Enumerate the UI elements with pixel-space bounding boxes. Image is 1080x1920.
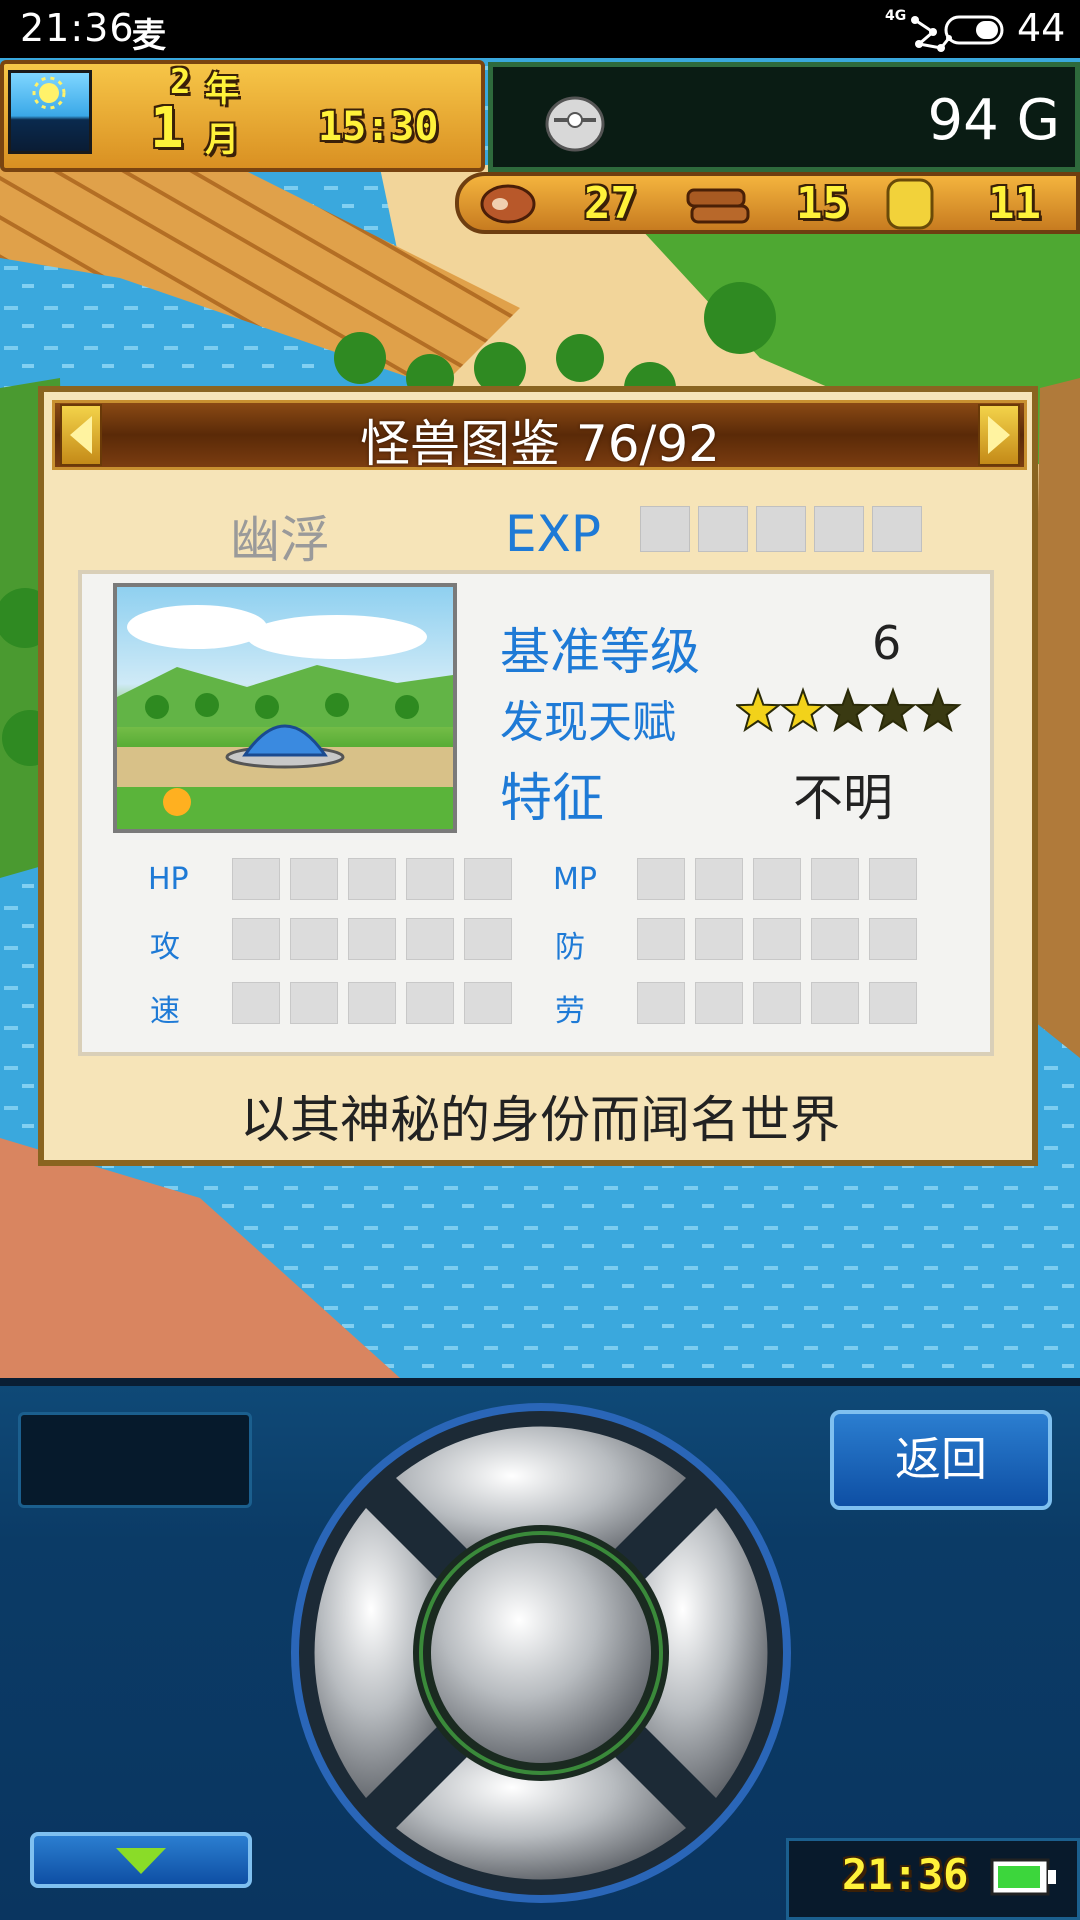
star-empty-icon [869,687,917,733]
stat-segment [753,858,801,900]
exp-segment [640,506,690,552]
prev-monster-button[interactable] [60,404,102,466]
stat-label-defense: 防 [555,930,585,965]
chevron-down-icon [116,1848,166,1874]
arrow-right-icon [988,416,1010,454]
exp-segment [756,506,806,552]
battery-icon [944,15,1004,45]
monster-portrait [113,583,457,833]
stat-segment [695,858,743,900]
stat-label-labor: 劳 [555,994,585,1029]
arrow-left-icon [70,416,92,454]
stat-segment [637,918,685,960]
stat-segment [753,982,801,1024]
stat-label-mp: MP [553,862,597,897]
stat-segment [406,858,454,900]
stat-segment [464,918,512,960]
star-empty-icon [914,687,962,733]
stat-segment [464,982,512,1024]
battery-full-icon [990,1858,1056,1896]
game-clock: 15:30 [318,104,439,150]
stat-label-speed: 速 [150,994,180,1029]
stat-label-attack: 攻 [150,930,180,965]
stat-segment [232,982,280,1024]
back-button[interactable]: 返回 [830,1410,1052,1510]
ore-count: 11 [988,178,1041,229]
wood-icon [686,188,750,224]
stat-segment [464,858,512,900]
stat-segment [232,918,280,960]
stat-segment [290,858,338,900]
stat-segment [753,918,801,960]
monster-name: 幽浮 [230,511,330,569]
battery-level: 44 [1017,6,1066,50]
exp-segment [872,506,922,552]
dpad [291,1403,791,1903]
stat-label-hp: HP [148,862,189,897]
stat-segment [695,918,743,960]
talent-label: 发现天赋 [500,697,676,748]
menu-toggle-button[interactable] [30,1832,252,1888]
money-value: 94 G [927,88,1060,153]
meat-icon [480,184,536,224]
stat-segment [406,918,454,960]
star-filled-icon [779,687,827,733]
stat-segment [869,918,917,960]
ufo-monster-image [117,605,453,829]
base-level-value: 6 [872,616,902,670]
stat-segment [811,982,859,1024]
month-unit: 月 [205,120,239,160]
stat-segment [869,858,917,900]
stat-segment [637,858,685,900]
monster-description: 以其神秘的身份而闻名世界 [240,1091,840,1149]
stat-segment [348,858,396,900]
dpad-center-button[interactable] [431,1543,651,1763]
stat-segment [348,982,396,1024]
controller-divider [0,1378,1080,1386]
ore-icon [886,178,934,230]
coin-pouch-icon [545,96,605,152]
star-filled-icon [734,687,782,733]
device-clock: 21:36 [842,1850,969,1899]
stat-segment [695,982,743,1024]
weather-icon [8,70,92,154]
month-number: 1 [150,96,184,161]
app-badge-icon: 麦 [132,16,166,56]
next-monster-button[interactable] [978,404,1020,466]
exp-segment [698,506,748,552]
stat-segment [406,982,454,1024]
stat-segment [637,982,685,1024]
stat-segment [811,858,859,900]
stat-segment [232,858,280,900]
exp-segment [814,506,864,552]
stat-segment [290,982,338,1024]
star-empty-icon [824,687,872,733]
meat-count: 27 [584,178,637,229]
talent-stars [734,686,962,740]
stat-segment [290,918,338,960]
controller-slot [18,1412,252,1508]
stat-segment [811,918,859,960]
trait-value: 不明 [793,769,893,827]
dialog-title: 怪兽图鉴 76/92 [360,415,720,473]
trait-label: 特征 [500,769,605,829]
base-level-label: 基准等级 [500,623,700,681]
resources-panel [455,172,1080,234]
wood-count: 15 [796,178,849,229]
year-unit: 年 [205,70,239,110]
stat-segment [869,982,917,1024]
stat-segment [348,918,396,960]
status-time: 21:36 [20,6,135,50]
exp-label: EXP [505,505,601,563]
